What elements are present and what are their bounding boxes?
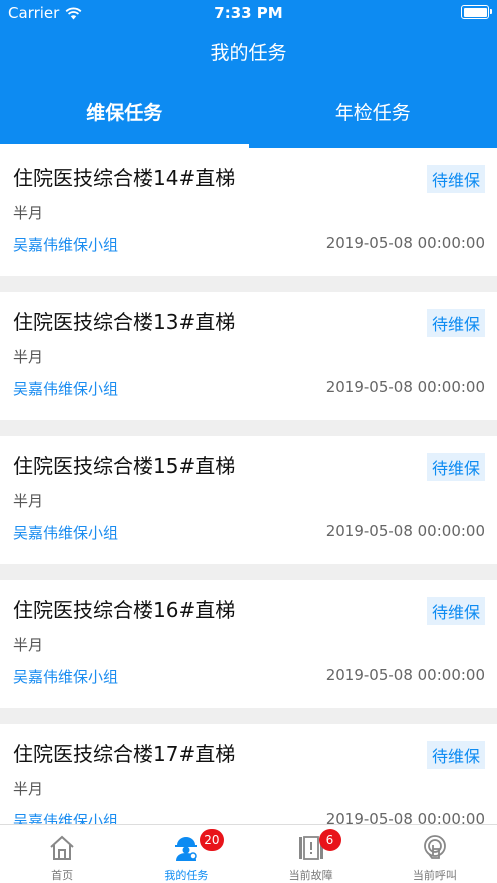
task-date: 2019-05-08 00:00:00 bbox=[325, 666, 485, 684]
tabbar-item-current-calls[interactable]: 当前呼叫 bbox=[373, 825, 497, 883]
task-period: 半月 bbox=[13, 492, 44, 510]
status-badge: 待维保 bbox=[426, 597, 485, 625]
tabbar-item-current-faults[interactable]: 6 当前故障 bbox=[249, 825, 373, 883]
task-name: 住院医技综合楼14#直梯 bbox=[13, 166, 236, 190]
task-tabs: 维保任务 年检任务 bbox=[0, 82, 497, 148]
task-card[interactable]: 住院医技综合楼16#直梯 待维保 半月 吴嘉伟维保小组 2019-05-08 0… bbox=[0, 580, 497, 708]
task-name: 住院医技综合楼15#直梯 bbox=[13, 454, 236, 478]
worker-icon bbox=[175, 837, 198, 861]
tab-maintenance[interactable]: 维保任务 bbox=[0, 82, 249, 148]
task-card[interactable]: 住院医技综合楼15#直梯 待维保 半月 吴嘉伟维保小组 2019-05-08 0… bbox=[0, 436, 497, 564]
status-badge: 待维保 bbox=[426, 165, 485, 193]
task-team: 吴嘉伟维保小组 bbox=[13, 524, 119, 542]
task-period: 半月 bbox=[13, 348, 44, 366]
home-icon bbox=[50, 835, 74, 860]
task-card[interactable]: 住院医技综合楼17#直梯 待维保 半月 吴嘉伟维保小组 2019-05-08 0… bbox=[0, 724, 497, 824]
task-date: 2019-05-08 00:00:00 bbox=[325, 522, 485, 540]
clock: 7:33 PM bbox=[214, 4, 283, 22]
task-name: 住院医技综合楼17#直梯 bbox=[13, 742, 236, 766]
tasks-count-badge: 20 bbox=[200, 829, 224, 851]
task-date: 2019-05-08 00:00:00 bbox=[325, 234, 485, 252]
task-team: 吴嘉伟维保小组 bbox=[13, 668, 119, 686]
tab-annual-inspection[interactable]: 年检任务 bbox=[249, 82, 497, 148]
task-card[interactable]: 住院医技综合楼14#直梯 待维保 半月 吴嘉伟维保小组 2019-05-08 0… bbox=[0, 148, 497, 276]
bottom-tab-bar: 首页 20 我的任务 6 当前故障 当前呼叫 bbox=[0, 824, 497, 883]
header: Carrier 7:33 PM 我的任务 维保任务 年检任务 bbox=[0, 0, 497, 148]
faults-count-badge: 6 bbox=[318, 829, 341, 851]
task-period: 半月 bbox=[13, 204, 44, 222]
battery-icon bbox=[461, 5, 492, 19]
task-team: 吴嘉伟维保小组 bbox=[13, 812, 119, 824]
call-icon bbox=[423, 835, 446, 859]
tabbar-label: 首页 bbox=[51, 869, 74, 882]
tabbar-label: 我的任务 bbox=[164, 869, 209, 882]
tabbar-item-home[interactable]: 首页 bbox=[0, 825, 124, 883]
task-card[interactable]: 住院医技综合楼13#直梯 待维保 半月 吴嘉伟维保小组 2019-05-08 0… bbox=[0, 292, 497, 420]
status-badge: 待维保 bbox=[426, 309, 485, 337]
status-bar: Carrier 7:33 PM bbox=[0, 0, 497, 26]
task-team: 吴嘉伟维保小组 bbox=[13, 236, 119, 254]
tabbar-item-my-tasks[interactable]: 20 我的任务 bbox=[124, 825, 248, 883]
task-team: 吴嘉伟维保小组 bbox=[13, 380, 119, 398]
task-name: 住院医技综合楼16#直梯 bbox=[13, 598, 236, 622]
status-badge: 待维保 bbox=[426, 453, 485, 481]
tabbar-label: 当前故障 bbox=[288, 869, 333, 882]
task-period: 半月 bbox=[13, 780, 44, 798]
status-badge: 待维保 bbox=[426, 741, 485, 769]
task-name: 住院医技综合楼13#直梯 bbox=[13, 310, 236, 334]
task-period: 半月 bbox=[13, 636, 44, 654]
page-title: 我的任务 bbox=[210, 42, 287, 64]
task-date: 2019-05-08 00:00:00 bbox=[325, 378, 485, 396]
task-list[interactable]: 住院医技综合楼14#直梯 待维保 半月 吴嘉伟维保小组 2019-05-08 0… bbox=[0, 148, 497, 824]
tabbar-label: 当前呼叫 bbox=[412, 869, 457, 882]
task-date: 2019-05-08 00:00:00 bbox=[325, 810, 485, 824]
